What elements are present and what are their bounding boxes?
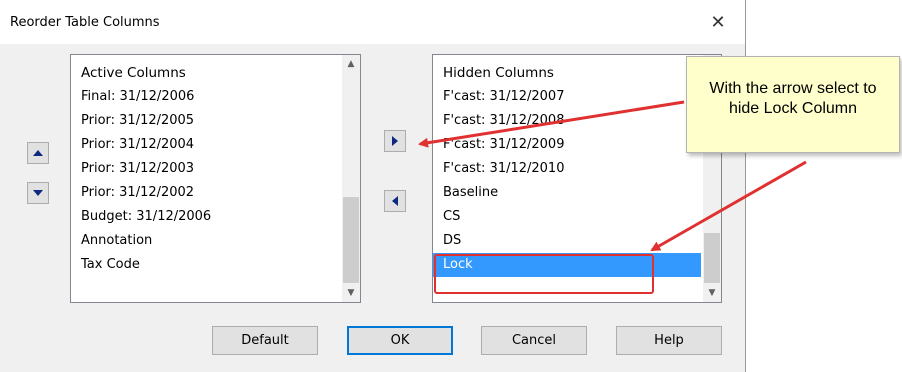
scroll-down-icon[interactable]: ▼: [703, 284, 721, 302]
scroll-down-icon[interactable]: ▼: [342, 284, 360, 302]
close-button[interactable]: ✕: [700, 8, 736, 38]
callout-line-1: With the arrow select to: [709, 80, 877, 97]
move-up-button[interactable]: [27, 142, 49, 164]
active-column-list-item[interactable]: Prior: 31/12/2003: [71, 157, 340, 181]
active-column-list-item[interactable]: Prior: 31/12/2004: [71, 133, 340, 157]
reorder-columns-dialog: Reorder Table Columns ✕ Active Columns F…: [0, 0, 746, 372]
close-icon: ✕: [710, 12, 726, 33]
scroll-thumb[interactable]: [343, 197, 359, 283]
cancel-button[interactable]: Cancel: [481, 326, 587, 355]
hide-column-button[interactable]: [384, 130, 406, 152]
hidden-column-list-item[interactable]: Baseline: [433, 181, 701, 205]
down-arrow-icon: [33, 190, 43, 196]
hidden-column-list-item[interactable]: F'cast: 31/12/2007: [433, 85, 701, 109]
hidden-column-list-item[interactable]: F'cast: 31/12/2010: [433, 157, 701, 181]
default-button[interactable]: Default: [212, 326, 318, 355]
active-column-list-item[interactable]: Annotation: [71, 229, 340, 253]
hidden-column-list-item[interactable]: F'cast: 31/12/2008: [433, 109, 701, 133]
left-arrow-icon: [392, 196, 398, 206]
active-column-list-item[interactable]: Prior: 31/12/2005: [71, 109, 340, 133]
active-column-list-item[interactable]: Tax Code: [71, 253, 340, 277]
up-arrow-icon: [33, 150, 43, 156]
hidden-column-list-item[interactable]: CS: [433, 205, 701, 229]
active-column-list-item[interactable]: Budget: 31/12/2006: [71, 205, 340, 229]
scroll-thumb[interactable]: [704, 233, 720, 283]
hidden-column-list-item[interactable]: DS: [433, 229, 701, 253]
window-title: Reorder Table Columns: [10, 15, 160, 30]
instruction-callout: With the arrow select to hide Lock Colum…: [686, 56, 900, 153]
ok-button[interactable]: OK: [347, 326, 453, 355]
hidden-column-list-item[interactable]: F'cast: 31/12/2009: [433, 133, 701, 157]
lock-highlight-box: [434, 254, 654, 294]
active-column-list-item[interactable]: Prior: 31/12/2002: [71, 181, 340, 205]
active-column-list-item[interactable]: Final: 31/12/2006: [71, 85, 340, 109]
callout-line-2: hide Lock Column: [728, 100, 858, 117]
active-columns-list[interactable]: Active Columns Final: 31/12/2006 Prior: 3…: [70, 54, 361, 303]
hidden-columns-header: Hidden Columns: [443, 65, 554, 81]
active-columns-header: Active Columns: [81, 65, 186, 81]
active-list-scrollbar[interactable]: ▲ ▼: [342, 55, 360, 302]
title-bar: Reorder Table Columns ✕: [0, 0, 745, 44]
show-column-button[interactable]: [384, 190, 406, 212]
right-arrow-icon: [392, 136, 398, 146]
scroll-up-icon[interactable]: ▲: [342, 55, 360, 73]
help-button[interactable]: Help: [616, 326, 722, 355]
move-down-button[interactable]: [27, 182, 49, 204]
